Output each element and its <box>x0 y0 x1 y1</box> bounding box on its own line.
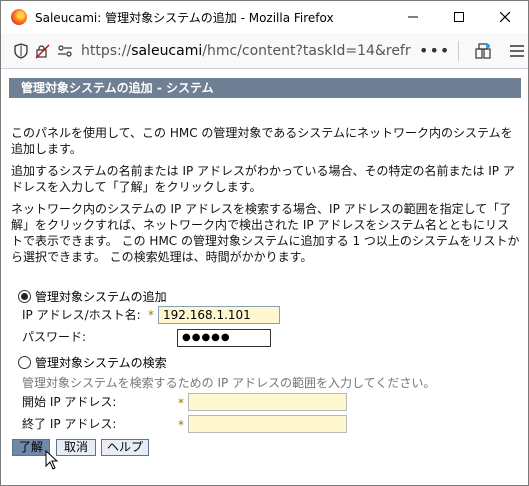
window-title: Saleucami: 管理対象システムの追加 - Mozilla Firefox <box>35 10 334 25</box>
required-marker: * <box>178 396 184 410</box>
hamburger-menu-icon[interactable] <box>507 41 527 61</box>
description-paragraph-3: ネットワーク内のシステムの IP アドレスを検索する場合、IP アドレスの範囲を… <box>11 202 520 264</box>
panel-header: 管理対象システムの追加 - システム <box>9 78 521 98</box>
help-button[interactable]: ヘルプ <box>101 439 149 456</box>
permissions-icon[interactable] <box>55 41 75 61</box>
lock-warning-icon[interactable] <box>33 41 53 61</box>
shield-icon[interactable] <box>11 41 31 61</box>
description-paragraph-2: 追加するシステムの名前または IP アドレスがわかっている場合、その特定の名前ま… <box>11 164 515 194</box>
browser-window: Saleucami: 管理対象システムの追加 - Mozilla Firefox… <box>0 0 529 486</box>
cancel-button[interactable]: 取消 <box>56 439 96 456</box>
minimize-button[interactable] <box>390 1 436 33</box>
close-icon <box>500 12 510 22</box>
ip-hostname-input[interactable]: 192.168.1.101 <box>158 306 280 324</box>
end-ip-input[interactable] <box>188 415 347 433</box>
close-button[interactable] <box>482 1 528 33</box>
required-marker: * <box>148 308 154 322</box>
add-system-option[interactable]: 管理対象システムの追加 <box>18 288 167 305</box>
required-marker: * <box>178 418 184 432</box>
search-system-label: 管理対象システムの検索 <box>35 356 167 370</box>
mouse-pointer-icon <box>45 450 59 470</box>
minimize-icon <box>408 16 418 18</box>
maximize-icon <box>454 12 464 22</box>
url-prefix: https:// <box>81 42 132 59</box>
add-system-label: 管理対象システムの追加 <box>35 290 167 304</box>
search-hint: 管理対象システムを検索するための IP アドレスの範囲を入力してください。 <box>22 376 436 390</box>
password-label: パスワード: <box>22 330 87 344</box>
url-path: /hmc/content?taskId=14&refresh=10 <box>202 42 411 59</box>
end-ip-label: 終了 IP アドレス: <box>22 417 117 431</box>
extensions-icon[interactable] <box>473 41 493 61</box>
password-input[interactable]: ●●●●● <box>177 329 271 347</box>
start-ip-input[interactable] <box>188 393 347 411</box>
page-content: 管理対象システムの追加 - システム このパネルを使用して、この HMC の管理… <box>1 70 528 485</box>
window-controls <box>390 1 528 33</box>
url-text[interactable]: https://saleucami/hmc/content?taskId=14&… <box>81 43 411 59</box>
search-system-option[interactable]: 管理対象システムの検索 <box>18 354 167 371</box>
add-system-radio[interactable] <box>18 290 31 303</box>
ip-hostname-label: IP アドレス/ホスト名: <box>22 308 141 322</box>
firefox-logo-icon <box>11 9 27 25</box>
search-system-radio[interactable] <box>18 356 31 369</box>
start-ip-label: 開始 IP アドレス: <box>22 395 117 409</box>
description-paragraph-1: このパネルを使用して、この HMC の管理対象であるシステムにネットワーク内のシ… <box>11 126 513 156</box>
url-host: saleucami <box>131 42 203 59</box>
toolbar-separator <box>458 40 460 61</box>
page-actions-menu-icon[interactable]: ••• <box>419 41 450 60</box>
address-bar: https://saleucami/hmc/content?taskId=14&… <box>1 33 528 69</box>
maximize-button[interactable] <box>436 1 482 33</box>
radio-selected-dot <box>21 293 28 300</box>
title-bar: Saleucami: 管理対象システムの追加 - Mozilla Firefox <box>1 1 528 33</box>
